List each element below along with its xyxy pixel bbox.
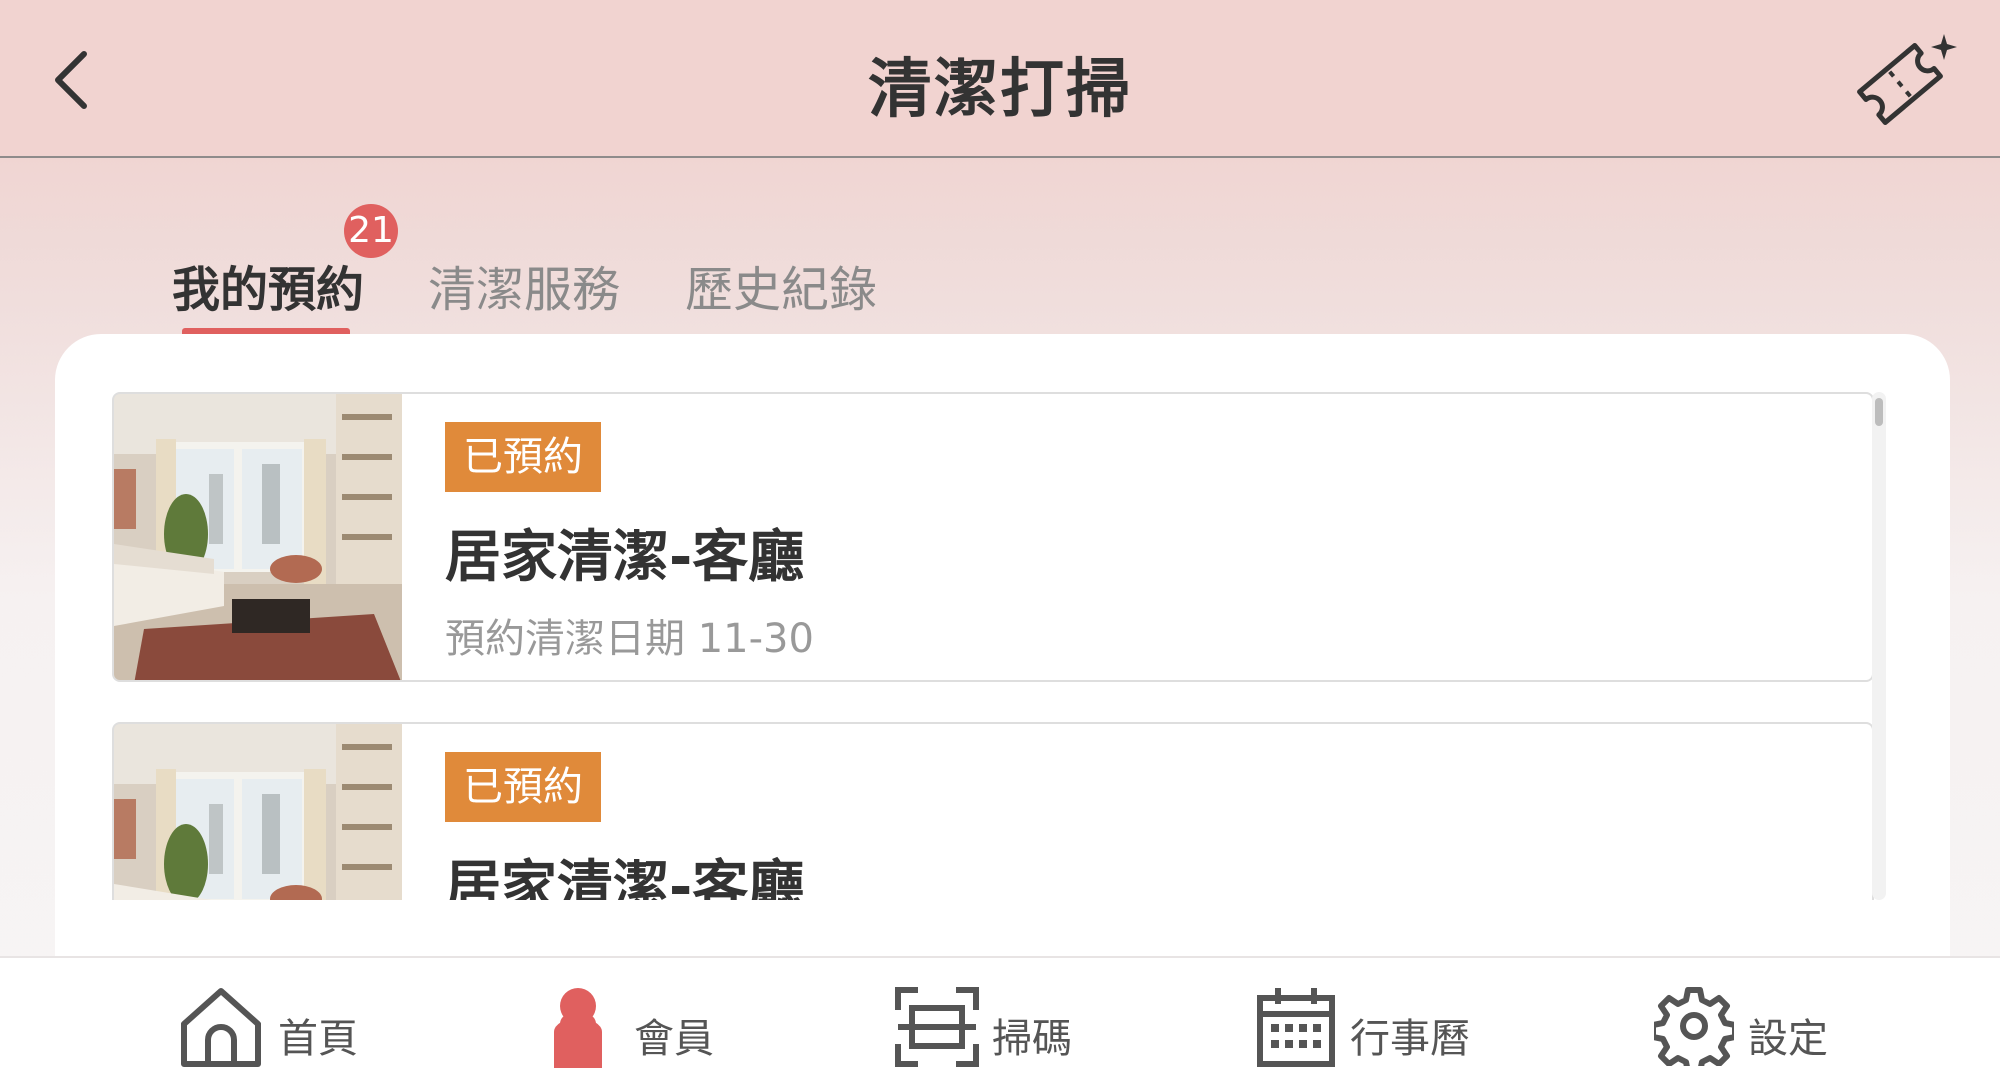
nav-member[interactable]: 會員 <box>552 958 752 1088</box>
booking-date: 預約清潔日期 11-30 <box>445 616 814 662</box>
member-icon <box>554 988 602 1068</box>
ticket-sparkle-icon <box>1857 34 1957 125</box>
nav-settings-label: 設定 <box>1748 1016 1828 1062</box>
booking-card[interactable]: 已預約 居家清潔-客廳 預約清潔日期 11-30 <box>112 392 1874 682</box>
booking-card[interactable]: 已預約 居家清潔-客廳 <box>112 722 1874 900</box>
booking-title: 居家清潔-客廳 <box>445 525 805 590</box>
nav-settings[interactable]: 設定 <box>1654 958 1854 1088</box>
page-title: 清潔打掃 <box>868 53 1132 127</box>
status-badge: 已預約 <box>445 752 601 822</box>
tab-my-bookings[interactable]: 我的預約 <box>172 250 364 320</box>
tab-bar: 我的預約 清潔服務 歷史紀錄 <box>0 200 2000 340</box>
booking-list: 已預約 居家清潔-客廳 預約清潔日期 11-30 已預約 居家清潔-客廳 <box>112 392 1892 900</box>
scan-icon <box>895 987 979 1067</box>
booking-title: 居家清潔-客廳 <box>445 855 805 900</box>
tab-cleaning-services[interactable]: 清潔服務 <box>428 250 620 320</box>
scrollbar[interactable] <box>1872 392 1886 900</box>
scrollbar-thumb[interactable] <box>1875 398 1883 426</box>
nav-scan-label: 掃碼 <box>992 1016 1072 1062</box>
app-header: 清潔打掃 <box>0 0 2000 158</box>
notification-badge: 21 <box>344 204 398 258</box>
calendar-icon <box>1257 988 1335 1067</box>
nav-calendar-label: 行事曆 <box>1350 1016 1470 1062</box>
status-badge: 已預約 <box>445 422 601 492</box>
nav-member-label: 會員 <box>634 1016 714 1062</box>
home-icon <box>181 988 261 1067</box>
bottom-nav: 首頁 會員 掃碼 行事曆 設定 <box>0 956 2000 1088</box>
nav-home-label: 首頁 <box>278 1016 358 1062</box>
nav-calendar[interactable]: 行事曆 <box>1254 958 1494 1088</box>
living-room-image <box>114 724 402 900</box>
gear-icon <box>1654 987 1734 1066</box>
nav-scan[interactable]: 掃碼 <box>892 958 1092 1088</box>
living-room-image <box>114 394 402 680</box>
ticket-button[interactable] <box>1850 26 1960 126</box>
tab-history[interactable]: 歷史紀錄 <box>685 250 877 320</box>
nav-home[interactable]: 首頁 <box>176 958 376 1088</box>
